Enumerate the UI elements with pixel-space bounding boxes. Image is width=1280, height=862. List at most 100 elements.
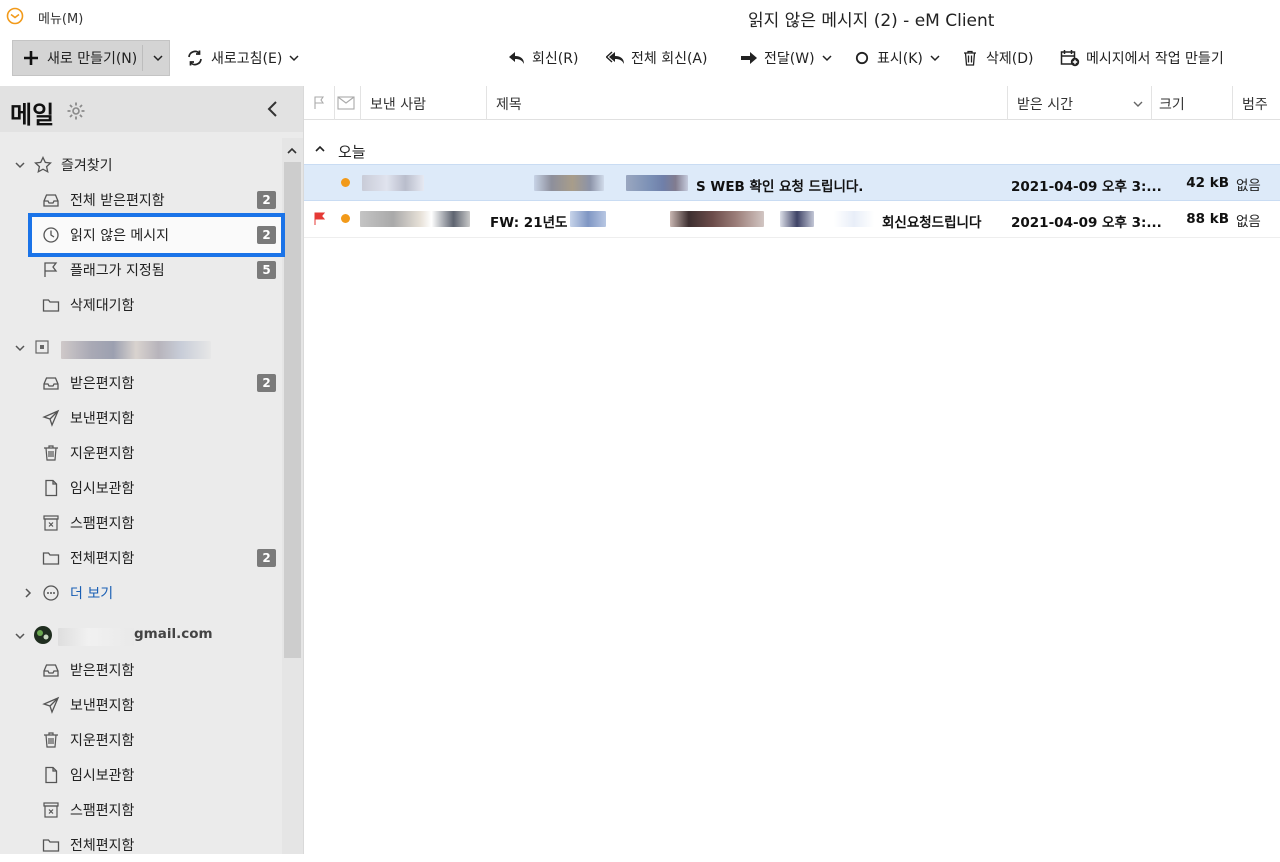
account-group-2[interactable]: gmail.com <box>0 619 282 653</box>
column-subject[interactable]: 제목 <box>496 94 522 114</box>
blurred-subject-part <box>670 211 764 227</box>
chevron-down-icon[interactable] <box>14 342 26 354</box>
blurred-subject-part <box>834 211 874 227</box>
sidebar-item-label: 플래그가 지정됨 <box>70 263 165 279</box>
inbox-icon <box>43 664 59 677</box>
sidebar-item-all-mail[interactable]: 전체편지함 2 <box>0 541 282 575</box>
sidebar-item-label: 받은편지함 <box>70 663 135 679</box>
chevron-down-icon[interactable] <box>152 52 164 64</box>
chevron-down-icon[interactable] <box>14 159 26 171</box>
mark-button[interactable]: 표시(K) <box>855 40 941 76</box>
sidebar-item-spam[interactable]: 스팸편지함 <box>0 506 282 540</box>
sidebar-item-inbox-2[interactable]: 받은편지함 <box>0 653 282 687</box>
message-row[interactable]: S WEB 확인 요청 드립니다. 2021-04-09 오후 3:... 42… <box>304 164 1280 201</box>
create-task-button[interactable]: 메시지에서 작업 만들기 <box>1060 40 1224 76</box>
message-list: 보낸 사람 제목 받은 시간 크기 범주 오늘 S WEB 확인 요청 드립니다… <box>303 86 1280 854</box>
chevron-right-icon[interactable] <box>22 587 34 599</box>
chevron-down-icon[interactable] <box>288 52 300 64</box>
draft-icon <box>45 766 58 784</box>
message-subject: S WEB 확인 요청 드립니다. <box>696 179 864 195</box>
sort-chevron-icon[interactable] <box>1132 99 1144 109</box>
column-category[interactable]: 범주 <box>1242 94 1268 114</box>
message-size: 42 kB <box>1186 175 1229 191</box>
unread-count-badge: 2 <box>257 226 276 244</box>
main-menu[interactable]: 메뉴(M) <box>38 8 83 27</box>
toolbar: 새로 만들기(N) 새로고침(E) 회신(R) 전체 회신(A) 전달(W) 표… <box>0 34 1280 84</box>
scrollbar-thumb[interactable] <box>284 162 301 658</box>
clock-icon <box>43 227 59 243</box>
app-logo-icon <box>6 7 24 25</box>
chevron-up-icon[interactable] <box>286 146 298 156</box>
reply-icon <box>509 52 524 64</box>
account-email: gmail.com <box>134 626 213 642</box>
blurred-subject-part <box>570 211 606 227</box>
sidebar-item-inbox[interactable]: 받은편지함 2 <box>0 366 282 400</box>
blurred-sender <box>362 175 424 191</box>
sidebar-item-label: 지운편지함 <box>70 446 135 462</box>
chevron-down-icon[interactable] <box>821 52 833 64</box>
sidebar-item-all-inbox[interactable]: 전체 받은편지함 2 <box>0 183 282 217</box>
forward-button[interactable]: 전달(W) <box>740 40 833 76</box>
flag-icon[interactable] <box>313 212 325 226</box>
draft-icon <box>45 479 58 497</box>
sidebar-item-label: 보낸편지함 <box>70 411 135 427</box>
sidebar-scrollbar[interactable] <box>282 138 303 854</box>
trash-icon <box>44 732 58 748</box>
message-subject-prefix: FW: 21년도 <box>490 215 568 231</box>
message-row[interactable]: FW: 21년도 회신요청드립니다 2021-04-09 오후 3:... 88… <box>304 201 1280 238</box>
new-button-label: 새로 만들기(N) <box>47 51 138 67</box>
send-icon <box>42 409 60 427</box>
chevron-down-icon[interactable] <box>14 630 26 642</box>
refresh-button[interactable]: 새로고침(E) <box>186 40 300 76</box>
collapse-sidebar-icon[interactable] <box>264 100 282 118</box>
unread-dot-icon[interactable] <box>341 214 350 223</box>
sidebar-item-all-mail-2[interactable]: 전체편지함 <box>0 828 282 862</box>
sidebar-item-trash-2[interactable]: 지운편지함 <box>0 723 282 757</box>
trash-icon <box>44 445 58 461</box>
flag-column-icon[interactable] <box>313 96 325 110</box>
delete-button[interactable]: 삭제(D) <box>962 40 1033 76</box>
blurred-subject-part <box>780 211 814 227</box>
sidebar-item-unread[interactable]: 읽지 않은 메시지 2 <box>0 218 282 252</box>
sidebar-item-sent-2[interactable]: 보낸편지함 <box>0 688 282 722</box>
column-received[interactable]: 받은 시간 <box>1017 94 1073 114</box>
inbox-icon <box>43 377 59 390</box>
sidebar-item-label: 스팸편지함 <box>70 803 135 819</box>
reply-all-button[interactable]: 전체 회신(A) <box>606 40 707 76</box>
group-today[interactable]: 오늘 <box>338 141 366 162</box>
more-link[interactable]: 더 보기 <box>70 583 113 603</box>
sidebar-item-pending-delete[interactable]: 삭제대기함 <box>0 288 282 322</box>
sidebar-item-sent[interactable]: 보낸편지함 <box>0 401 282 435</box>
column-from[interactable]: 보낸 사람 <box>370 94 426 114</box>
chevron-up-icon[interactable] <box>314 144 326 154</box>
new-button[interactable]: 새로 만들기(N) <box>12 40 170 76</box>
chevron-down-icon[interactable] <box>929 52 941 64</box>
sidebar-item-drafts[interactable]: 임시보관함 <box>0 471 282 505</box>
envelope-icon[interactable] <box>337 96 355 110</box>
folder-icon <box>42 299 60 312</box>
sidebar-item-drafts-2[interactable]: 임시보관함 <box>0 758 282 792</box>
title-bar: 메뉴(M) 읽지 않은 메시지 (2) - eM Client <box>0 0 1280 34</box>
reply-button[interactable]: 회신(R) <box>508 40 578 76</box>
refresh-label: 새로고침(E) <box>211 51 283 67</box>
window-title: 읽지 않은 메시지 (2) - eM Client <box>748 11 995 31</box>
sidebar-item-label: 보낸편지함 <box>70 698 135 714</box>
folder-icon <box>42 839 60 852</box>
sidebar-item-more[interactable]: 더 보기 <box>0 576 282 610</box>
unread-dot-icon[interactable] <box>341 178 350 187</box>
circle-icon <box>855 51 869 65</box>
favorites-group[interactable]: 즐겨찾기 <box>0 148 282 182</box>
calendar-add-icon <box>1060 50 1080 67</box>
blurred-subject-part <box>534 175 604 191</box>
sidebar: 메일 즐겨찾기 전체 받은편지함 2 읽지 않은 메시지 2 플래그가 지정됨 … <box>0 86 303 854</box>
sidebar-item-spam-2[interactable]: 스팸편지함 <box>0 793 282 827</box>
blurred-account-name <box>61 341 211 359</box>
message-size: 88 kB <box>1186 211 1229 227</box>
column-header: 보낸 사람 제목 받은 시간 크기 범주 <box>304 86 1280 120</box>
avatar <box>34 626 52 644</box>
sidebar-item-flagged[interactable]: 플래그가 지정됨 5 <box>0 253 282 287</box>
column-size[interactable]: 크기 <box>1159 94 1185 114</box>
gear-icon[interactable] <box>66 101 86 121</box>
account-group-1[interactable] <box>0 331 282 365</box>
sidebar-item-trash[interactable]: 지운편지함 <box>0 436 282 470</box>
